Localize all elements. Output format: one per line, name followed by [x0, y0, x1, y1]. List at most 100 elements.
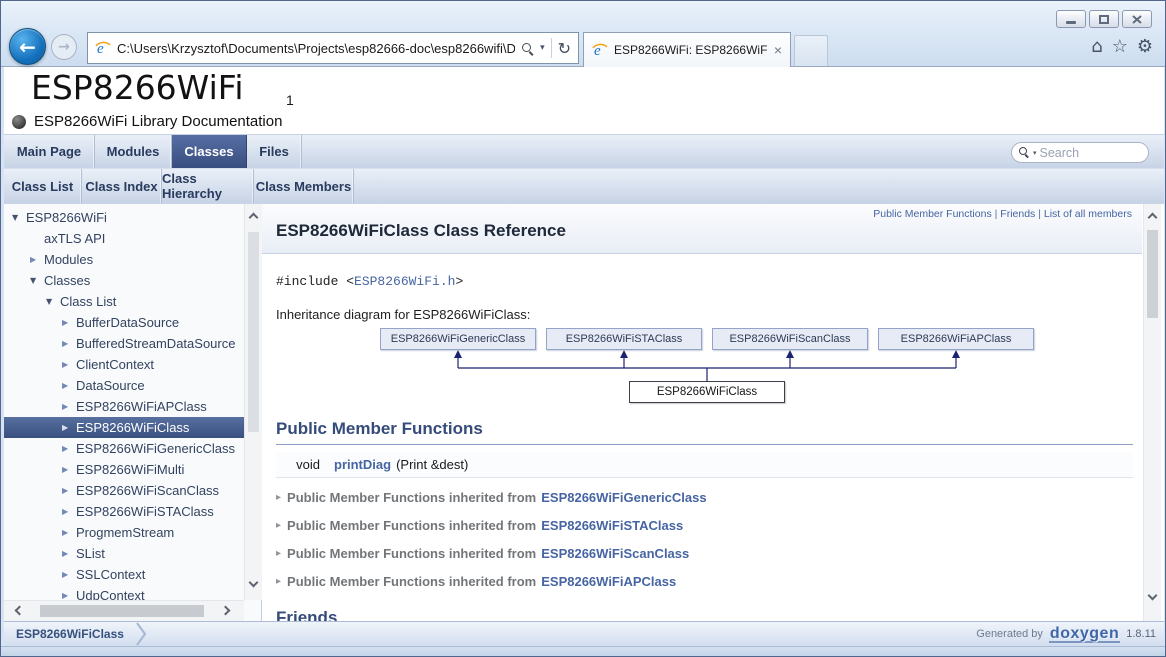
tree-collapsed-icon[interactable]: ▶	[30, 255, 44, 264]
sidebar-item-esp8266wifimulti[interactable]: ▶ESP8266WiFiMulti	[4, 459, 244, 480]
inherited-section-scanclass[interactable]: ▸ Public Member Functions inherited from…	[276, 541, 689, 565]
address-bar[interactable]: e C:\Users\Krzysztof\Documents\Projects\…	[87, 32, 579, 64]
sidebar-item-esp8266wifiscanclass[interactable]: ▶ESP8266WiFiScanClass	[4, 480, 244, 501]
back-button[interactable]: ←	[9, 28, 46, 65]
home-icon[interactable]: ⌂	[1091, 37, 1102, 57]
inherited-class-link[interactable]: ESP8266WiFiGenericClass	[541, 490, 706, 505]
breadcrumb-item[interactable]: ESP8266WiFiClass	[16, 627, 124, 641]
breadcrumb[interactable]: ESP8266WiFiClass	[16, 622, 148, 646]
sidebar-item-progmemstream[interactable]: ▶ProgmemStream	[4, 522, 244, 543]
member-name-link[interactable]: printDiag	[334, 457, 391, 472]
sidebar-item-esp8266wifiapclass[interactable]: ▶ESP8266WiFiAPClass	[4, 396, 244, 417]
inherited-section-apclass[interactable]: ▸ Public Member Functions inherited from…	[276, 569, 676, 593]
scrollbar-thumb[interactable]	[40, 605, 204, 617]
tree-collapsed-icon[interactable]: ▶	[62, 465, 76, 474]
project-version: 1	[286, 92, 294, 108]
browser-tab[interactable]: e ESP8266WiFi: ESP8266WiFi... ×	[583, 32, 791, 67]
favorites-star-icon[interactable]: ☆	[1112, 37, 1128, 57]
tab-files[interactable]: Files	[247, 135, 302, 168]
search-input[interactable]	[1040, 146, 1141, 160]
address-dropdown-icon[interactable]: ▾	[540, 43, 545, 53]
scrollbar-thumb[interactable]	[248, 232, 259, 432]
diagram-node-esp8266wifiapclass[interactable]: ESP8266WiFiAPClass	[878, 328, 1034, 350]
tree-collapsed-icon[interactable]: ▶	[62, 381, 76, 390]
tab-main-page[interactable]: Main Page	[4, 135, 95, 168]
refresh-icon[interactable]: ↻	[558, 39, 571, 58]
search-icon[interactable]	[1019, 147, 1030, 158]
sidebar-item-classes[interactable]: ▼Classes	[4, 270, 244, 291]
tree-collapsed-icon[interactable]: ▶	[62, 339, 76, 348]
tab-modules[interactable]: Modules	[95, 135, 172, 168]
search-box[interactable]: ▾	[1011, 142, 1149, 163]
doxygen-logo[interactable]: doxygen	[1049, 626, 1120, 643]
address-search-icon[interactable]	[521, 42, 534, 55]
tab-class-list[interactable]: Class List	[4, 169, 82, 203]
tree-expanded-icon[interactable]: ▼	[30, 276, 44, 285]
diagram-node-esp8266wifiscanclass[interactable]: ESP8266WiFiScanClass	[712, 328, 868, 350]
sidebar-item-clientcontext[interactable]: ▶ClientContext	[4, 354, 244, 375]
tree-collapsed-icon[interactable]: ▶	[62, 549, 76, 558]
settings-gear-icon[interactable]: ⚙	[1137, 37, 1153, 57]
tree-item-label: ESP8266WiFiMulti	[76, 462, 184, 477]
tree-expanded-icon[interactable]: ▼	[46, 297, 60, 306]
tab-class-members[interactable]: Class Members	[254, 169, 354, 203]
summary-link-all-members[interactable]: List of all members	[1044, 208, 1132, 220]
summary-link-friends[interactable]: Friends	[1000, 208, 1035, 220]
sidebar-item-bufferdatasource[interactable]: ▶BufferDataSource	[4, 312, 244, 333]
sidebar-horizontal-scrollbar[interactable]	[4, 600, 244, 621]
tree-collapsed-icon[interactable]: ▶	[62, 528, 76, 537]
scroll-up-icon[interactable]	[249, 213, 259, 223]
include-file-link[interactable]: ESP8266WiFi.h	[354, 274, 455, 289]
inherited-class-link[interactable]: ESP8266WiFiScanClass	[541, 546, 689, 561]
new-tab-button[interactable]	[794, 35, 828, 66]
scroll-up-icon[interactable]	[1148, 213, 1158, 223]
tab-class-hierarchy[interactable]: Class Hierarchy	[162, 169, 254, 203]
tree-collapsed-icon[interactable]: ▶	[62, 507, 76, 516]
diagram-node-esp8266wifistaclass[interactable]: ESP8266WiFiSTAClass	[546, 328, 702, 350]
sidebar-item-bufferedstreamdatasource[interactable]: ▶BufferedStreamDataSource	[4, 333, 244, 354]
sidebar-item-axtls-api[interactable]: axTLS API	[4, 228, 244, 249]
scroll-down-icon[interactable]	[249, 578, 259, 588]
maximize-button[interactable]	[1089, 10, 1119, 28]
sidebar-item-esp8266wifigenericclass[interactable]: ▶ESP8266WiFiGenericClass	[4, 438, 244, 459]
tree-collapsed-icon[interactable]: ▶	[62, 360, 76, 369]
tree-expanded-icon[interactable]: ▼	[12, 213, 26, 222]
sidebar-item-esp8266wifi[interactable]: ▼ESP8266WiFi	[4, 207, 244, 228]
sidebar-item-esp8266wificlass[interactable]: ▶ESP8266WiFiClass	[4, 417, 244, 438]
tree-collapsed-icon[interactable]: ▶	[62, 570, 76, 579]
tree-collapsed-icon[interactable]: ▶	[62, 402, 76, 411]
inherited-section-genericclass[interactable]: ▸ Public Member Functions inherited from…	[276, 485, 707, 509]
inherited-class-link[interactable]: ESP8266WiFiSTAClass	[541, 518, 683, 533]
summary-link-public-member-functions[interactable]: Public Member Functions	[873, 208, 991, 220]
title-bar[interactable]: ← → e C:\Users\Krzysztof\Documents\Proje…	[1, 1, 1165, 67]
tree-collapsed-icon[interactable]: ▶	[62, 591, 76, 600]
url-text[interactable]: C:\Users\Krzysztof\Documents\Projects\es…	[117, 41, 515, 56]
tab-classes[interactable]: Classes	[172, 135, 247, 168]
inherited-section-staclass[interactable]: ▸ Public Member Functions inherited from…	[276, 513, 683, 537]
scroll-down-icon[interactable]	[1148, 591, 1158, 601]
forward-button[interactable]: →	[51, 34, 77, 60]
tree-collapsed-icon[interactable]: ▶	[62, 423, 76, 432]
tab-class-index[interactable]: Class Index	[82, 169, 162, 203]
scroll-right-icon[interactable]	[221, 606, 231, 616]
content-vertical-scrollbar[interactable]	[1143, 204, 1161, 621]
diagram-node-esp8266wifigenericclass[interactable]: ESP8266WiFiGenericClass	[380, 328, 536, 350]
tree-item-label: ESP8266WiFiClass	[76, 420, 189, 435]
tree-collapsed-icon[interactable]: ▶	[62, 444, 76, 453]
sidebar-vertical-scrollbar[interactable]	[244, 204, 262, 600]
sidebar-item-modules[interactable]: ▶Modules	[4, 249, 244, 270]
inherited-class-link[interactable]: ESP8266WiFiAPClass	[541, 574, 676, 589]
scrollbar-thumb[interactable]	[1147, 230, 1158, 318]
sidebar-item-sslcontext[interactable]: ▶SSLContext	[4, 564, 244, 585]
close-button[interactable]	[1122, 10, 1152, 28]
tree-collapsed-icon[interactable]: ▶	[62, 318, 76, 327]
tree-collapsed-icon[interactable]: ▶	[62, 486, 76, 495]
sidebar-item-slist[interactable]: ▶SList	[4, 543, 244, 564]
sidebar-item-esp8266wifistaclass[interactable]: ▶ESP8266WiFiSTAClass	[4, 501, 244, 522]
search-caret-icon[interactable]: ▾	[1033, 149, 1037, 157]
tab-close-icon[interactable]: ×	[774, 45, 782, 55]
sidebar-item-class-list[interactable]: ▼Class List	[4, 291, 244, 312]
minimize-button[interactable]	[1056, 10, 1086, 28]
sidebar-item-datasource[interactable]: ▶DataSource	[4, 375, 244, 396]
scroll-left-icon[interactable]	[15, 606, 25, 616]
